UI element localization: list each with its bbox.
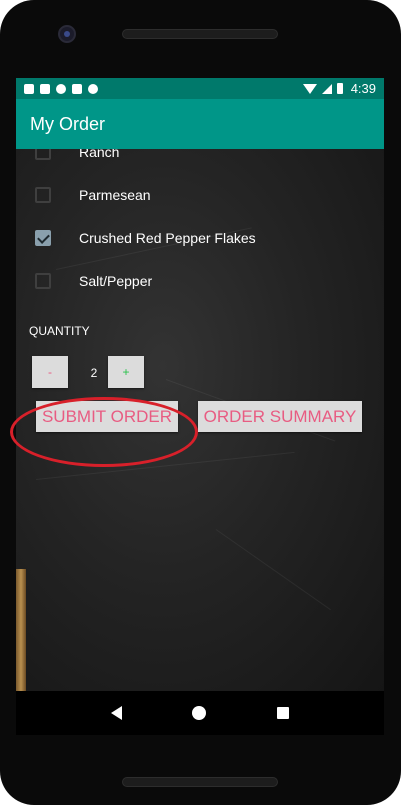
- quantity-value: 2: [90, 366, 98, 380]
- submit-order-button[interactable]: SUBMIT ORDER: [36, 401, 178, 432]
- screen: 4:39 My Order Ranch Parmesean Crushed Re…: [16, 78, 384, 691]
- record-icon: [56, 83, 66, 94]
- ranch-checkbox[interactable]: [35, 149, 51, 160]
- topping-row-red-pepper[interactable]: Crushed Red Pepper Flakes: [16, 223, 384, 253]
- background-texture: [35, 451, 295, 480]
- bottom-speaker: [122, 777, 278, 787]
- background-texture: [215, 529, 331, 611]
- home-icon[interactable]: [192, 706, 207, 720]
- topping-row-salt-pepper[interactable]: Salt/Pepper: [16, 266, 384, 296]
- phone-device: 4:39 My Order Ranch Parmesean Crushed Re…: [0, 0, 401, 805]
- app-title: My Order: [30, 113, 106, 134]
- quantity-label: QUANTITY: [29, 324, 90, 338]
- app-bar: My Order: [16, 99, 384, 149]
- sd-card-icon: [72, 83, 82, 94]
- top-speaker: [122, 29, 278, 39]
- system-icons: 4:39: [302, 81, 376, 96]
- status-bar: 4:39: [16, 78, 384, 99]
- notification-icons: [24, 83, 98, 94]
- front-camera: [58, 25, 76, 43]
- wifi-icon: [302, 83, 317, 94]
- topping-row-parmesean[interactable]: Parmesean: [16, 180, 384, 210]
- play-store-icon: [40, 83, 50, 94]
- salt-pepper-checkbox[interactable]: [35, 273, 51, 289]
- cloud-icon: [88, 83, 98, 94]
- ranch-label: Ranch: [79, 149, 120, 160]
- wood-edge-decoration: [16, 569, 26, 691]
- red-pepper-label: Crushed Red Pepper Flakes: [79, 230, 256, 246]
- salt-pepper-label: Salt/Pepper: [79, 273, 153, 289]
- topping-row-ranch[interactable]: Ranch: [16, 149, 384, 167]
- red-pepper-checkbox[interactable]: [35, 230, 51, 246]
- order-form: Ranch Parmesean Crushed Red Pepper Flake…: [16, 149, 384, 691]
- parmesean-checkbox[interactable]: [35, 187, 51, 203]
- status-time: 4:39: [350, 81, 376, 96]
- recents-icon[interactable]: [276, 707, 289, 719]
- order-summary-button[interactable]: ORDER SUMMARY: [198, 401, 362, 432]
- navigation-bar: [16, 691, 384, 735]
- battery-icon: [336, 83, 343, 94]
- signal-icon: [321, 83, 332, 94]
- a-icon: [24, 83, 34, 94]
- back-icon[interactable]: [111, 706, 123, 720]
- increment-button[interactable]: +: [108, 356, 144, 388]
- decrement-button[interactable]: -: [32, 356, 68, 388]
- parmesean-label: Parmesean: [79, 187, 151, 203]
